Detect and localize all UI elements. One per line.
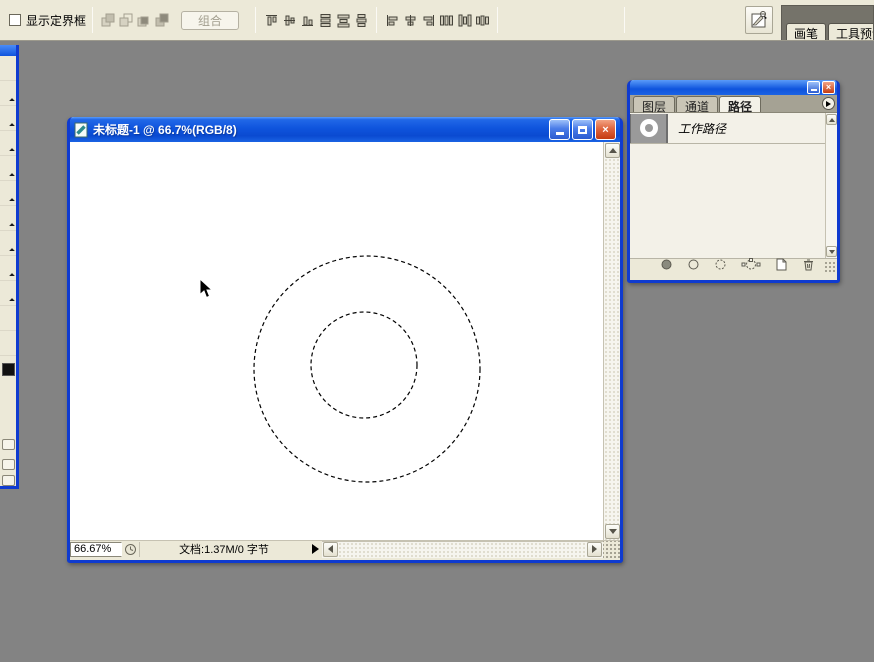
palette-resize-grip[interactable] (824, 261, 836, 273)
palette-content: 工作路径 (630, 113, 837, 258)
distribute-right-icon[interactable] (473, 11, 491, 29)
show-bounding-box-checkbox[interactable] (9, 14, 21, 26)
palette-scroll-down-button[interactable] (826, 246, 837, 257)
options-bar: 显示定界框 组合 (0, 0, 874, 41)
show-bounding-box-option[interactable]: 显示定界框 (9, 12, 86, 29)
tool-button[interactable] (0, 206, 16, 231)
palette-close-button[interactable]: × (822, 81, 835, 94)
status-bar: 文档:1.37M/0 字节 (70, 540, 620, 557)
close-button[interactable]: × (595, 119, 616, 140)
stroke-path-icon[interactable] (687, 258, 700, 276)
selection-marquee (70, 142, 603, 540)
tool-button[interactable] (0, 156, 16, 181)
tab-brushes[interactable]: 画笔 (786, 23, 826, 40)
work-path-thumbnail[interactable] (630, 114, 668, 143)
work-path-row[interactable]: 工作路径 (630, 113, 837, 144)
scroll-left-button[interactable] (323, 542, 338, 557)
tool-button[interactable] (0, 106, 16, 131)
separator (255, 7, 256, 33)
distribute-top-icon[interactable] (316, 11, 334, 29)
fill-path-icon[interactable] (660, 258, 673, 276)
zoom-level-field[interactable] (70, 542, 122, 557)
create-new-path-icon[interactable] (775, 258, 788, 276)
tool-button[interactable] (0, 331, 16, 356)
palette-scroll-up-button[interactable] (826, 114, 837, 125)
align-horizontal-center-icon[interactable] (401, 11, 419, 29)
make-work-path-from-selection-icon[interactable] (741, 258, 761, 276)
align-right-icon[interactable] (419, 11, 437, 29)
align-left-icon[interactable] (383, 11, 401, 29)
timer-icon[interactable] (122, 542, 140, 557)
maximize-button[interactable] (572, 119, 593, 140)
work-path-label: 工作路径 (678, 120, 726, 137)
canvas[interactable] (70, 142, 603, 540)
tool-button[interactable] (0, 256, 16, 281)
bring-forward-icon[interactable] (117, 11, 135, 29)
align-top-icon[interactable] (262, 11, 280, 29)
tool-button[interactable] (0, 231, 16, 256)
tool-button[interactable] (0, 56, 16, 81)
jump-to-imageready-button[interactable] (2, 475, 15, 486)
distribute-left-icon[interactable] (437, 11, 455, 29)
document-titlebar[interactable]: 未标题-1 @ 66.7%(RGB/8) × (70, 117, 620, 142)
separator (376, 7, 377, 33)
tab-tool-presets[interactable]: 工具预设 (828, 23, 874, 40)
toolbox-titlebar[interactable] (0, 45, 16, 56)
scroll-down-button[interactable] (605, 524, 620, 539)
toolbox-sliver[interactable] (0, 45, 19, 489)
load-path-as-selection-icon[interactable] (714, 258, 727, 276)
send-backward-icon[interactable] (135, 11, 153, 29)
file-browser-button[interactable] (745, 6, 773, 34)
tab-layers[interactable]: 图层 (633, 96, 675, 112)
document-title: 未标题-1 @ 66.7%(RGB/8) (93, 121, 547, 138)
tool-button[interactable] (0, 306, 16, 331)
separator (624, 7, 625, 33)
distribute-horizontal-center-icon[interactable] (455, 11, 473, 29)
tool-button[interactable] (0, 181, 16, 206)
palette-icon-bar (630, 258, 837, 274)
palette-minimize-button[interactable] (807, 81, 820, 94)
group-button[interactable]: 组合 (181, 11, 239, 30)
tool-button[interactable] (0, 131, 16, 156)
palette-tabs: 图层 通道 路径 (630, 95, 837, 113)
document-window: 未标题-1 @ 66.7%(RGB/8) × 文档:1.37M/0 字节 (67, 117, 623, 563)
send-to-back-icon[interactable] (153, 11, 171, 29)
vertical-scrollbar[interactable] (603, 142, 620, 540)
file-browser-icon (749, 10, 769, 30)
separator (497, 7, 498, 33)
separator (92, 7, 93, 33)
window-resize-grip[interactable] (603, 541, 620, 558)
scroll-up-button[interactable] (605, 143, 620, 158)
screen-mode-button[interactable] (2, 439, 15, 450)
paths-palette-window: × 图层 通道 路径 工作路径 (627, 80, 840, 283)
distribute-vertical-center-icon[interactable] (334, 11, 352, 29)
delete-path-icon[interactable] (802, 258, 815, 276)
align-bottom-icon[interactable] (298, 11, 316, 29)
tab-paths[interactable]: 路径 (719, 96, 761, 112)
tab-channels[interactable]: 通道 (676, 96, 718, 112)
tool-button[interactable] (0, 281, 16, 306)
distribute-bottom-icon[interactable] (352, 11, 370, 29)
show-bounding-box-label: 显示定界框 (26, 12, 86, 29)
palette-well: 画笔 工具预设 (781, 5, 874, 40)
document-icon (74, 122, 89, 138)
palette-scrollbar[interactable] (825, 113, 837, 258)
scroll-right-button[interactable] (587, 542, 602, 557)
tool-button[interactable] (0, 81, 16, 106)
status-menu-arrow-button[interactable] (308, 542, 322, 557)
minimize-button[interactable] (549, 119, 570, 140)
background-color-swatch[interactable] (2, 363, 15, 376)
screen-mode-button[interactable] (2, 459, 15, 470)
horizontal-scrollbar[interactable] (322, 541, 603, 558)
bring-to-front-icon[interactable] (99, 11, 117, 29)
palette-menu-button[interactable] (822, 97, 835, 110)
document-size-info: 文档:1.37M/0 字节 (140, 541, 308, 557)
document-body: 文档:1.37M/0 字节 (70, 142, 620, 557)
palette-titlebar[interactable]: × (630, 80, 837, 95)
align-vertical-center-icon[interactable] (280, 11, 298, 29)
mouse-cursor (199, 278, 213, 299)
